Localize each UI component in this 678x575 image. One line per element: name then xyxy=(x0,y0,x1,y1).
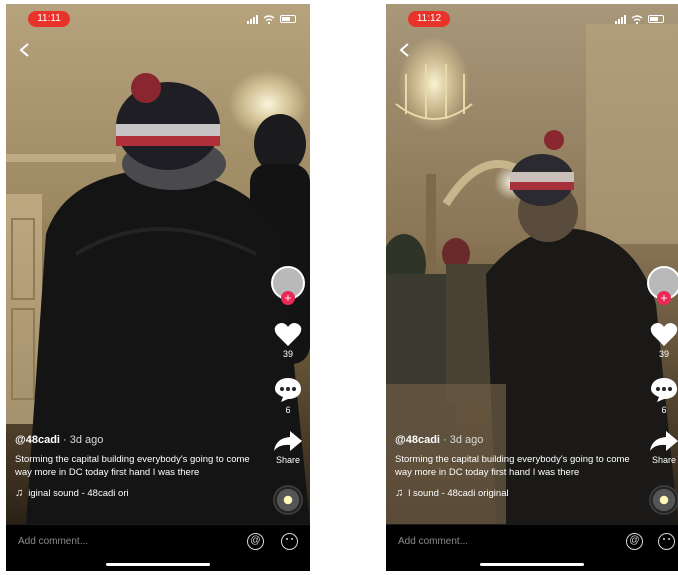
like-count: 39 xyxy=(658,349,669,359)
comment-count: 6 xyxy=(285,405,291,415)
video-frame[interactable]: 11:11 + 39 6 Share @48cadi · 3d ago Stor… xyxy=(6,4,310,524)
author-line: @48cadi · 3d ago xyxy=(15,434,262,446)
signal-icon xyxy=(247,14,258,24)
video-frame[interactable]: 11:12 + 39 6 Share @48cadi · 3d ago Stor… xyxy=(386,4,678,524)
music-note-icon: ♫ xyxy=(395,487,404,499)
video-caption: @48cadi · 3d ago Storming the capital bu… xyxy=(15,434,262,499)
signal-icon xyxy=(615,14,626,24)
wifi-icon xyxy=(631,14,643,24)
status-time: 11:11 xyxy=(28,11,70,27)
sound-name: iginal sound - 48cadi ori xyxy=(28,487,129,499)
phone-screenshot-left: 11:11 + 39 6 Share @48cadi · 3d ago Stor… xyxy=(6,4,310,571)
battery-icon xyxy=(648,15,664,23)
home-indicator xyxy=(480,563,584,566)
music-disc-icon[interactable] xyxy=(649,485,678,515)
author-handle[interactable]: @48cadi xyxy=(395,434,440,446)
phone-screenshot-right: 11:12 + 39 6 Share @48cadi · 3d ago Stor… xyxy=(386,4,678,571)
comment-icon[interactable] xyxy=(650,377,678,403)
video-description: Storming the capital building everybody'… xyxy=(395,454,630,478)
emoji-icon[interactable] xyxy=(658,533,675,550)
share-icon[interactable] xyxy=(273,429,303,453)
back-chevron-icon[interactable] xyxy=(18,42,32,58)
creator-avatar[interactable]: + xyxy=(271,266,305,305)
sound-line[interactable]: ♫ iginal sound - 48cadi ori xyxy=(15,487,262,499)
post-age: · 3d ago xyxy=(59,434,104,446)
creator-avatar[interactable]: + xyxy=(647,266,678,305)
action-rail: + 39 6 Share xyxy=(642,266,678,515)
share-label: Share xyxy=(651,455,677,465)
follow-plus-icon[interactable]: + xyxy=(281,291,295,305)
status-icons xyxy=(615,12,664,26)
comment-bar: Add comment... @ xyxy=(6,524,310,571)
author-line: @48cadi · 3d ago xyxy=(395,434,630,446)
back-chevron-icon[interactable] xyxy=(398,42,412,58)
author-handle[interactable]: @48cadi xyxy=(15,434,60,446)
video-description: Storming the capital building everybody'… xyxy=(15,454,250,478)
emoji-icon[interactable] xyxy=(281,533,298,550)
status-time: 11:12 xyxy=(408,11,450,27)
like-count: 39 xyxy=(282,349,293,359)
comment-count: 6 xyxy=(661,405,667,415)
comment-icon[interactable] xyxy=(274,377,302,403)
heart-icon[interactable] xyxy=(650,322,678,347)
action-rail: + 39 6 Share xyxy=(266,266,310,515)
comment-bar: Add comment... @ xyxy=(386,524,678,571)
sound-name: l sound - 48cadi original xyxy=(408,487,509,499)
video-caption: @48cadi · 3d ago Storming the capital bu… xyxy=(395,434,630,499)
follow-plus-icon[interactable]: + xyxy=(657,291,671,305)
sound-line[interactable]: ♫ l sound - 48cadi original xyxy=(395,487,630,499)
wifi-icon xyxy=(263,14,275,24)
post-age: · 3d ago xyxy=(439,434,484,446)
heart-icon[interactable] xyxy=(274,322,302,347)
music-disc-icon[interactable] xyxy=(273,485,303,515)
comment-input[interactable]: Add comment... xyxy=(398,536,468,547)
at-icon[interactable]: @ xyxy=(626,533,643,550)
music-note-icon: ♫ xyxy=(15,487,24,499)
battery-icon xyxy=(280,15,296,23)
comment-input[interactable]: Add comment... xyxy=(18,536,88,547)
share-icon[interactable] xyxy=(649,429,678,453)
share-label: Share xyxy=(275,455,301,465)
home-indicator xyxy=(106,563,210,566)
status-icons xyxy=(247,12,296,26)
at-icon[interactable]: @ xyxy=(247,533,264,550)
